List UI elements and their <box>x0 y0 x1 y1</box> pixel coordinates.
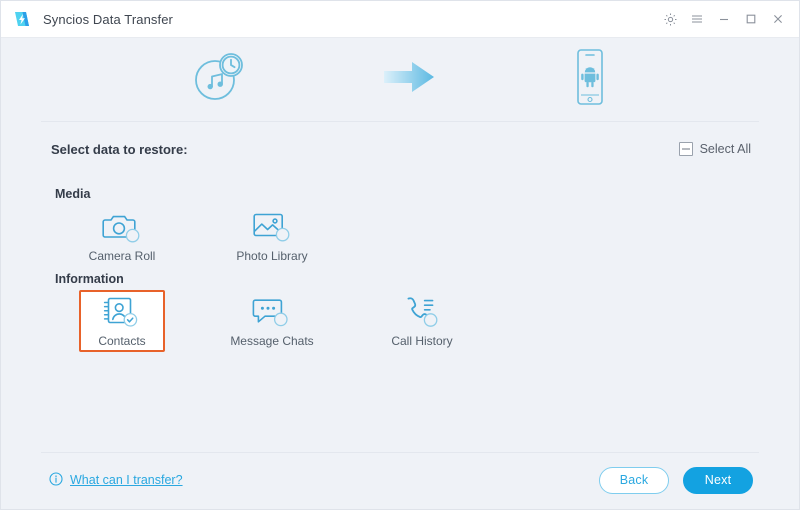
title-bar: Syncios Data Transfer <box>1 1 799 38</box>
back-button[interactable]: Back <box>599 466 669 494</box>
group-media-items: Camera Roll Photo Library <box>79 205 315 267</box>
what-can-i-transfer-link[interactable]: What can I transfer? <box>49 471 183 489</box>
data-item-camera-roll[interactable]: Camera Roll <box>79 205 165 267</box>
page-title: Select data to restore: <box>51 141 188 157</box>
itunes-backup-clock-icon <box>190 48 248 111</box>
contacts-icon <box>102 295 142 329</box>
data-item-message-chats[interactable]: Message Chats <box>229 290 315 352</box>
call-history-icon <box>402 295 442 329</box>
data-item-label: Message Chats <box>230 333 314 348</box>
data-item-contacts[interactable]: Contacts <box>79 290 165 352</box>
close-icon[interactable] <box>765 6 791 32</box>
data-item-label: Call History <box>391 333 453 348</box>
gear-icon[interactable] <box>657 6 683 32</box>
maximize-icon[interactable] <box>738 6 764 32</box>
data-item-label: Contacts <box>98 333 146 348</box>
footer-bar: What can I transfer? Back Next <box>49 463 753 497</box>
photo-library-icon <box>252 210 292 244</box>
data-item-photo-library[interactable]: Photo Library <box>229 205 315 267</box>
android-phone-icon <box>570 47 610 112</box>
arrow-right-icon <box>380 57 438 102</box>
window-controls <box>657 6 799 32</box>
info-icon <box>49 471 63 489</box>
group-title-media: Media <box>55 187 91 201</box>
group-title-information: Information <box>55 272 124 286</box>
data-item-call-history[interactable]: Call History <box>379 290 465 352</box>
message-chats-icon <box>252 295 292 329</box>
next-button[interactable]: Next <box>683 466 753 494</box>
minimize-icon[interactable] <box>711 6 737 32</box>
divider-top <box>41 121 759 122</box>
divider-bottom <box>41 452 759 453</box>
app-title: Syncios Data Transfer <box>43 11 173 27</box>
transfer-flow <box>1 38 799 121</box>
syncios-logo-icon <box>11 8 33 30</box>
footer-buttons: Back Next <box>599 466 753 494</box>
select-data-bar: Select data to restore: Select All <box>51 137 751 161</box>
camera-icon <box>102 210 142 244</box>
hamburger-menu-icon[interactable] <box>684 6 710 32</box>
group-information-items: Contacts Message Chats Call History <box>79 290 465 352</box>
data-item-label: Photo Library <box>236 248 308 263</box>
indeterminate-checkbox-icon[interactable] <box>678 142 693 156</box>
application-window: Syncios Data Transfer Select data to res… <box>0 0 800 510</box>
help-link-label: What can I transfer? <box>70 473 183 487</box>
data-item-label: Camera Roll <box>88 248 156 263</box>
select-all-label: Select All <box>699 142 751 156</box>
select-all-button[interactable]: Select All <box>678 142 751 156</box>
